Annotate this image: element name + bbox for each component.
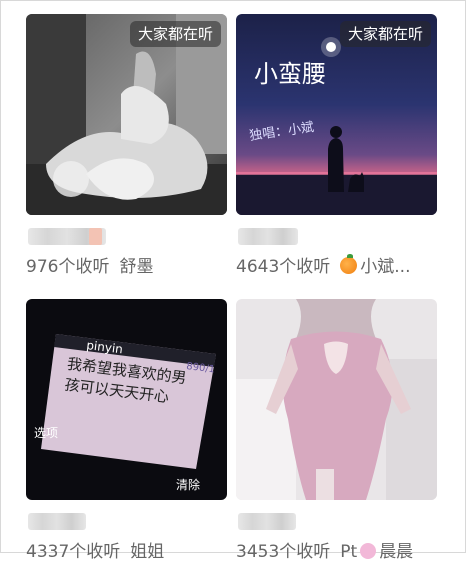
trending-badge: 大家都在听 [129,21,221,47]
listen-count: 4643个收听 [236,257,331,277]
card-meta: 4643个收听 小斌... [236,252,451,277]
listen-count: 976个收听 [26,257,110,277]
author-name[interactable]: 舒墨 [119,257,153,277]
card-meta: 976个收听 舒墨 [26,252,241,277]
orange-emoji-icon [340,254,358,274]
trending-badge: 大家都在听 [339,21,431,47]
author-name[interactable]: 姐姐 [130,542,164,562]
blurred-title [28,513,86,530]
card-meta: 3453个收听 Pt 晨晨 [236,537,451,562]
unicorn-emoji-icon [360,543,377,559]
author-name[interactable]: 晨晨 [379,542,413,562]
clear-softkey: 清除 [176,477,200,492]
cover-image-4[interactable] [236,299,437,500]
author-name[interactable]: 小斌... [360,257,410,277]
options-softkey: 选项 [34,426,58,440]
cover-title: 小蛮腰 [254,60,326,88]
card-meta: 4337个收听 姐姐 [26,537,241,562]
blurred-title [238,228,298,245]
blurred-title [28,228,106,245]
listen-count: 4337个收听 [26,542,121,562]
blurred-title [238,513,296,530]
cover-image-3[interactable]: pinyin 890/1 我希望我喜欢的男孩可以天天开心 选项 清除 [26,299,227,500]
listen-count: 3453个收听 [236,542,331,562]
author-prefix: Pt [340,542,358,562]
